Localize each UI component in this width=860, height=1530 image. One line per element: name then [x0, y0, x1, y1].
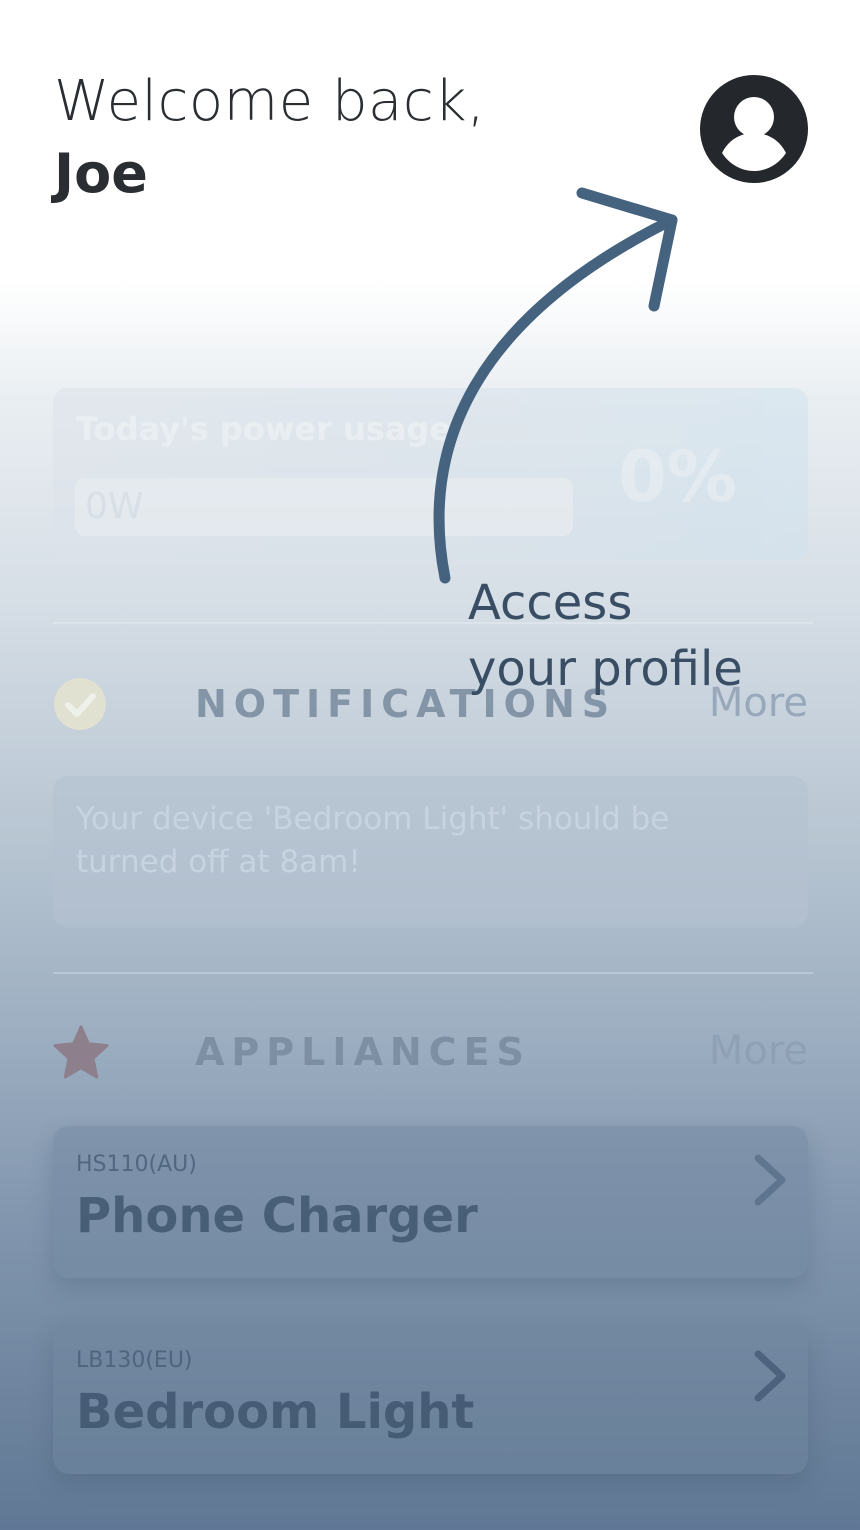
power-usage-bar: 0W [75, 478, 573, 536]
home-screen: Welcome back, Joe Today's power usage 0W… [0, 0, 860, 1530]
coach-mark-line2: your profile [468, 641, 743, 697]
appliance-card[interactable]: HS110(AU) Phone Charger [53, 1126, 808, 1278]
star-icon [53, 1025, 109, 1079]
power-usage-title: Today's power usage [76, 410, 452, 448]
appliance-name: Phone Charger [76, 1188, 478, 1244]
coach-mark-text: Access your profile [468, 570, 743, 702]
profile-button[interactable] [700, 75, 808, 183]
coach-mark-line1: Access [468, 575, 633, 631]
appliance-name: Bedroom Light [76, 1384, 475, 1440]
check-circle-icon [54, 678, 106, 730]
appliance-model: LB130(EU) [76, 1348, 193, 1373]
divider [53, 972, 813, 974]
account-circle-icon [700, 75, 808, 183]
appliances-more-link[interactable]: More [709, 1028, 808, 1074]
user-name: Joe [54, 142, 148, 205]
power-usage-card: Today's power usage 0W 0% [53, 388, 808, 560]
appliances-header: APPLIANCES More [53, 1024, 808, 1084]
notification-card[interactable]: Your device 'Bedroom Light' should be tu… [53, 776, 808, 928]
power-usage-value: 0W [85, 486, 144, 527]
appliance-card[interactable]: LB130(EU) Bedroom Light [53, 1322, 808, 1474]
dim-overlay [0, 0, 860, 1530]
notification-message: Your device 'Bedroom Light' should be tu… [76, 801, 670, 880]
chevron-right-icon [754, 1350, 786, 1402]
appliances-title: APPLIANCES [195, 1030, 531, 1074]
greeting-text: Welcome back, [54, 69, 486, 134]
chevron-right-icon [754, 1154, 786, 1206]
appliance-model: HS110(AU) [76, 1152, 197, 1177]
greeting: Welcome back, Joe [54, 66, 485, 210]
power-usage-percent: 0% [618, 436, 737, 518]
